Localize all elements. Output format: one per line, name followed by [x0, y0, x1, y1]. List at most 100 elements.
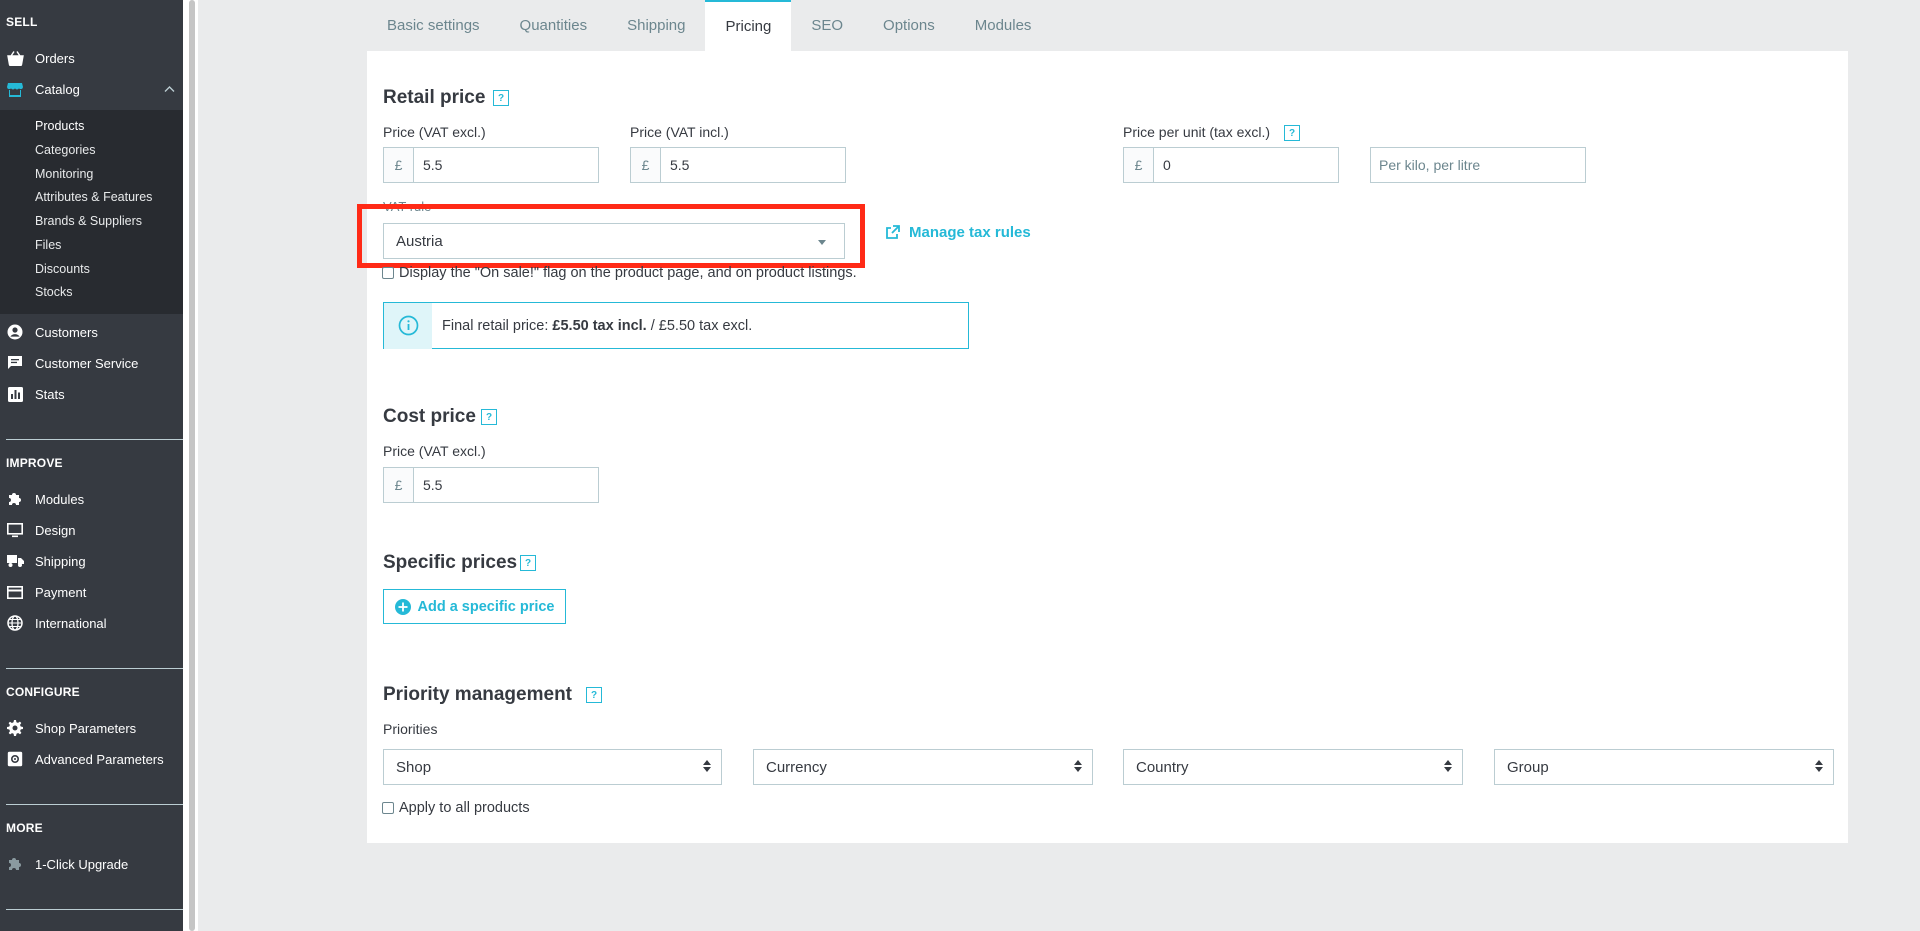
tab-modules[interactable]: Modules — [955, 0, 1052, 51]
currency-prefix: £ — [384, 468, 414, 502]
sidebar-item-label: Shop Parameters — [35, 720, 137, 736]
unit-price-input[interactable] — [1154, 148, 1338, 182]
on-sale-checkbox[interactable] — [382, 267, 394, 279]
sidebar-subitem-brands[interactable]: Brands & Suppliers — [35, 214, 142, 228]
sidebar-item-shop-parameters[interactable]: Shop Parameters — [0, 715, 183, 741]
priority-management-heading: Priority management — [383, 684, 572, 705]
basket-icon — [6, 49, 24, 67]
priority-select-value: Currency — [766, 758, 827, 776]
catalog-submenu — [0, 110, 183, 314]
sidebar-item-stats[interactable]: Stats — [0, 381, 183, 407]
sidebar-item-one-click-upgrade[interactable]: 1-Click Upgrade — [0, 851, 183, 877]
sidebar-item-payment[interactable]: Payment — [0, 579, 183, 605]
price-excl-input[interactable] — [414, 148, 598, 182]
sidebar-item-modules[interactable]: Modules — [0, 486, 183, 512]
help-icon[interactable]: ? — [481, 409, 497, 425]
sidebar-item-orders[interactable]: Orders — [0, 45, 183, 71]
tab-seo[interactable]: SEO — [791, 0, 863, 51]
settings-box-icon — [6, 750, 24, 768]
tab-pricing[interactable]: Pricing — [705, 0, 792, 51]
pricing-panel: Retail price ? Price (VAT excl.) £ Price… — [357, 51, 1848, 843]
product-tabs: Basic settings Quantities Shipping Prici… — [367, 0, 1051, 51]
priority-select-value: Country — [1136, 758, 1189, 776]
tab-options[interactable]: Options — [863, 0, 955, 51]
sidebar-item-international[interactable]: International — [0, 610, 183, 636]
sidebar-item-catalog[interactable]: Catalog — [0, 76, 183, 102]
sidebar-item-customer-service[interactable]: Customer Service — [0, 350, 183, 376]
priority-select-2[interactable]: Currency — [753, 749, 1093, 785]
price-excl-field: £ — [383, 147, 599, 183]
sidebar-item-label: International — [35, 615, 107, 631]
add-specific-price-button[interactable]: Add a specific price — [383, 589, 566, 624]
credit-card-icon — [6, 583, 24, 601]
unity-input[interactable] — [1370, 147, 1586, 183]
sidebar-item-label: Orders — [35, 50, 75, 66]
sidebar-item-advanced-parameters[interactable]: Advanced Parameters — [0, 746, 183, 772]
price-per-unit-label: Price per unit (tax excl.) — [1123, 124, 1271, 140]
external-link-icon — [885, 225, 900, 240]
sidebar-subitem-discounts[interactable]: Discounts — [35, 262, 90, 276]
apply-all-checkbox[interactable] — [382, 802, 394, 814]
section-title-sell: SELL — [6, 15, 38, 29]
chat-icon — [6, 354, 24, 372]
currency-prefix: £ — [1124, 148, 1154, 182]
cost-price-label: Price (VAT excl.) — [383, 443, 486, 459]
sidebar-subitem-monitoring[interactable]: Monitoring — [35, 167, 93, 181]
tab-basic-settings[interactable]: Basic settings — [367, 0, 500, 51]
tab-shipping[interactable]: Shipping — [607, 0, 705, 51]
sidebar-item-label: Design — [35, 522, 76, 538]
help-icon[interactable]: ? — [493, 90, 509, 106]
manage-tax-rules-link[interactable]: Manage tax rules — [885, 224, 1031, 241]
help-icon[interactable]: ? — [520, 555, 536, 571]
sidebar-divider — [6, 804, 183, 805]
sort-arrows-icon — [1444, 760, 1452, 772]
sidebar-item-label: Shipping — [35, 553, 86, 569]
sidebar-item-label: Catalog — [35, 81, 80, 97]
priority-select-1[interactable]: Shop — [383, 749, 722, 785]
sidebar-scrollbar[interactable] — [183, 0, 198, 931]
sidebar-subitem-stocks[interactable]: Stocks — [35, 285, 73, 299]
section-title-more: MORE — [6, 821, 43, 835]
priorities-label: Priorities — [383, 721, 438, 737]
bar-chart-icon — [6, 385, 24, 403]
final-price-alert: Final retail price: £5.50 tax incl. / £5… — [383, 302, 969, 349]
apply-all-row: Apply to all products — [382, 800, 530, 816]
sidebar-item-shipping[interactable]: Shipping — [0, 548, 183, 574]
help-icon[interactable]: ? — [586, 687, 602, 703]
sidebar-subitem-categories[interactable]: Categories — [35, 143, 95, 157]
manage-tax-rules-label: Manage tax rules — [909, 224, 1031, 241]
gear-icon — [6, 719, 24, 737]
sort-arrows-icon — [1074, 760, 1082, 772]
price-incl-input[interactable] — [661, 148, 845, 182]
sort-arrows-icon — [1815, 760, 1823, 772]
unit-price-field: £ — [1123, 147, 1339, 183]
section-title-improve: IMPROVE — [6, 456, 63, 470]
puzzle-icon — [6, 490, 24, 508]
price-incl-label: Price (VAT incl.) — [630, 124, 729, 140]
currency-prefix: £ — [384, 148, 414, 182]
puzzle-icon — [6, 855, 24, 873]
globe-icon — [6, 614, 24, 632]
chevron-up-icon[interactable] — [164, 81, 175, 96]
specific-prices-heading: Specific prices — [383, 552, 518, 573]
sidebar-subitem-attributes[interactable]: Attributes & Features — [35, 190, 152, 204]
on-sale-row: Display the "On sale!" flag on the produ… — [382, 265, 857, 281]
final-price-incl: £5.50 tax incl. — [552, 317, 647, 334]
truck-icon — [6, 552, 24, 570]
sidebar-item-customers[interactable]: Customers — [0, 319, 183, 345]
priority-select-4[interactable]: Group — [1494, 749, 1834, 785]
sidebar-divider — [6, 909, 183, 910]
plus-circle-icon — [394, 598, 411, 615]
sidebar-subitem-files[interactable]: Files — [35, 238, 61, 252]
tab-quantities[interactable]: Quantities — [500, 0, 608, 51]
add-specific-price-label: Add a specific price — [417, 598, 555, 615]
priority-select-value: Shop — [396, 758, 432, 776]
help-icon[interactable]: ? — [1284, 125, 1300, 141]
cost-price-input[interactable] — [414, 468, 598, 502]
sidebar-item-design[interactable]: Design — [0, 517, 183, 543]
sidebar: SELL Orders Catalog Products Categories … — [0, 0, 183, 931]
cost-price-field: £ — [383, 467, 599, 503]
priority-select-3[interactable]: Country — [1123, 749, 1463, 785]
sidebar-item-label: Customers — [35, 324, 98, 340]
sidebar-subitem-products[interactable]: Products — [35, 119, 84, 133]
